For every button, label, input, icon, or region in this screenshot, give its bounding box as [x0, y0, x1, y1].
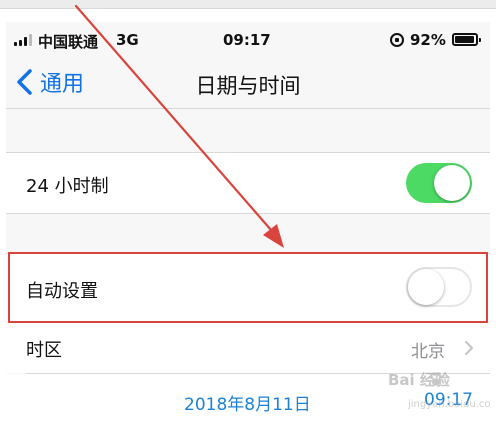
setting-row-timezone[interactable]: 时区 北京	[6, 323, 490, 373]
paw-icon	[429, 372, 443, 386]
watermark-url: jingyan.baidu.com	[408, 399, 490, 410]
toggle-24-hour[interactable]	[406, 163, 472, 203]
highlight-annotation	[8, 252, 488, 323]
carrier-label: 中国联通	[38, 33, 99, 51]
rotation-lock-icon	[390, 33, 404, 47]
setting-label-24-hour: 24 小时制	[26, 176, 109, 197]
top-strip	[0, 0, 496, 8]
date-value[interactable]: 2018年8月11日	[184, 390, 311, 415]
battery-percent: 92%	[410, 31, 446, 49]
chevron-right-icon	[465, 341, 473, 355]
divider	[6, 213, 490, 214]
nav-bar: 通用 日期与时间	[6, 56, 490, 108]
divider	[6, 108, 490, 109]
baidu-watermark: Bai 经验 jingyan.baidu.com	[388, 369, 490, 421]
battery-icon	[452, 33, 481, 46]
setting-row-24-hour: 24 小时制	[6, 153, 490, 213]
page-title: 日期与时间	[195, 74, 301, 98]
signal-icon	[14, 34, 36, 46]
status-bar: 中国联通 3G 09:17 92%	[6, 22, 490, 56]
setting-label-timezone: 时区	[26, 340, 62, 361]
status-time: 09:17	[223, 31, 271, 49]
toggle-knob	[434, 165, 470, 201]
timezone-value: 北京	[411, 342, 445, 362]
network-label: 3G	[116, 31, 139, 49]
divider	[0, 8, 496, 9]
phone-screen: 中国联通 3G 09:17 92% 通用 日期与时间 24 小时制 自动设置 时…	[6, 22, 490, 421]
